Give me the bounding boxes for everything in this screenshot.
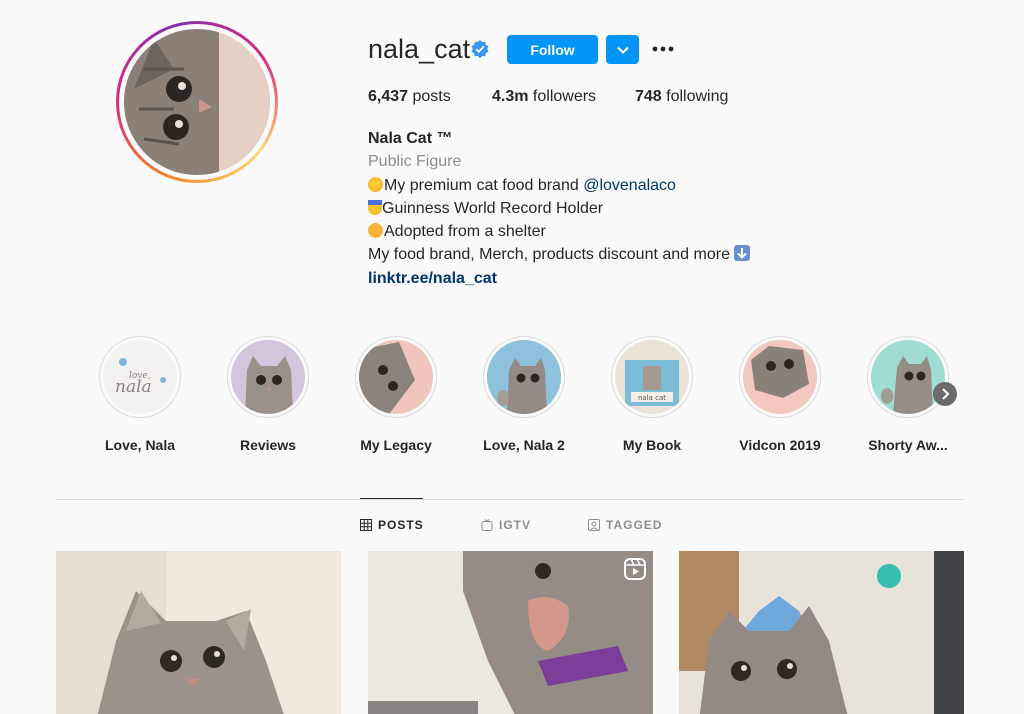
bio-line-2-text: Guinness World Record Holder (382, 199, 604, 217)
follow-button[interactable]: Follow (507, 35, 598, 64)
grid-icon (360, 519, 372, 531)
book-title-text: nala cat (638, 394, 666, 402)
bio-line-3: Adopted from a shelter (368, 220, 750, 243)
highlight-ring (227, 336, 309, 418)
highlight-my-book[interactable]: nala cat My Book (597, 336, 707, 453)
highlight-my-legacy[interactable]: My Legacy (341, 336, 451, 453)
highlight-ring: nala cat (611, 336, 693, 418)
tab-posts[interactable]: POSTS (360, 518, 424, 532)
bio-line-2: Guinness World Record Holder (368, 197, 750, 220)
highlight-ring (739, 336, 821, 418)
bio-line-1: My premium cat food brand @lovenalaco (368, 174, 750, 197)
tab-igtv-label: IGTV (499, 518, 532, 532)
igtv-icon (481, 519, 493, 531)
highlight-label: Reviews (239, 437, 297, 453)
highlight-cover-my-book: nala cat (615, 340, 689, 414)
highlight-label: Vidcon 2019 (739, 437, 821, 453)
cat-face-emoji-icon (368, 223, 383, 239)
verified-badge-icon (471, 40, 489, 58)
ellipsis-icon (652, 46, 674, 52)
chevron-down-icon (616, 46, 629, 54)
active-tab-indicator (360, 498, 423, 499)
highlight-vidcon-2019[interactable]: Vidcon 2019 (725, 336, 835, 453)
highlight-cover-reviews (231, 340, 305, 414)
following-stat[interactable]: 748 following (635, 88, 728, 106)
tab-tagged[interactable]: TAGGED (588, 518, 662, 532)
highlight-label: My Legacy (360, 437, 432, 453)
highlight-cover-love-nala-2 (487, 340, 561, 414)
highlight-cover-my-legacy (359, 340, 433, 414)
bio-external-link[interactable]: linktr.ee/nala_cat (368, 267, 750, 290)
followers-stat[interactable]: 4.3m followers (492, 88, 596, 106)
down-arrow-emoji-icon (734, 245, 751, 262)
highlight-ring (355, 336, 437, 418)
posts-count: 6,437 (368, 88, 409, 105)
following-label: following (661, 88, 729, 105)
posts-label: posts (408, 88, 451, 105)
profile-category: Public Figure (368, 153, 462, 171)
smile-emoji-icon (368, 176, 383, 192)
bio-line-3-text: Adopted from a shelter (384, 223, 546, 241)
post-thumbnail[interactable] (56, 551, 341, 714)
highlight-label: My Book (622, 437, 682, 453)
tab-igtv[interactable]: IGTV (481, 518, 531, 532)
tagged-person-icon (588, 519, 600, 531)
bio-line-4: My food brand, Merch, products discount … (368, 243, 751, 266)
profile-display-name: Nala Cat ™ (368, 130, 453, 147)
profile-username: nala_cat (368, 34, 471, 64)
highlight-ring: love, nala (99, 336, 181, 418)
highlight-logo-line2: nala (115, 377, 152, 397)
following-count: 748 (635, 88, 662, 105)
highlight-cover-vidcon-2019 (743, 340, 817, 414)
medal-emoji-icon (368, 199, 382, 215)
tab-posts-label: POSTS (378, 518, 424, 532)
post-thumbnail[interactable] (679, 551, 964, 714)
chevron-right-icon (942, 388, 950, 400)
highlight-love-nala[interactable]: love, nala Love, Nala (85, 336, 195, 453)
suggested-accounts-button[interactable] (606, 35, 639, 64)
profile-avatar-ring[interactable] (116, 21, 278, 183)
highlight-reviews[interactable]: Reviews (213, 336, 323, 453)
posts-stat: 6,437 posts (368, 88, 451, 106)
highlight-love-nala-2[interactable]: Love, Nala 2 (469, 336, 579, 453)
more-options-button[interactable] (650, 36, 676, 62)
tabs-divider (56, 499, 964, 500)
bio-line-1-text: My premium cat food brand (384, 176, 584, 194)
highlight-ring (483, 336, 565, 418)
highlights-next-button[interactable] (933, 382, 957, 406)
profile-avatar[interactable] (124, 29, 270, 175)
highlight-label: Love, Nala 2 (483, 437, 565, 453)
bio-mention-link[interactable]: @lovenalaco (583, 177, 676, 194)
followers-count: 4.3m (492, 88, 529, 105)
post-thumbnail[interactable] (368, 551, 653, 714)
tab-tagged-label: TAGGED (606, 518, 663, 532)
highlight-cover-love-nala: love, nala (103, 340, 177, 414)
profile-bio: Nala Cat ™ Public Figure My premium cat … (368, 127, 751, 290)
highlight-label: Love, Nala (104, 437, 176, 453)
reels-icon (624, 558, 646, 580)
bio-line-4-text: My food brand, Merch, products discount … (368, 246, 730, 264)
highlight-label: Shorty Aw... (868, 437, 948, 453)
followers-label: followers (528, 88, 597, 105)
